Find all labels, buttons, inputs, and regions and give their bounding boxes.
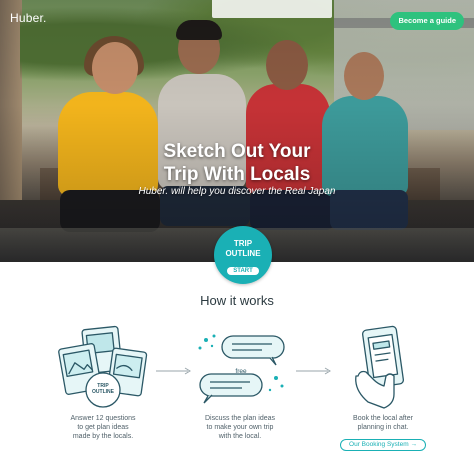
step-1-line-1: Answer 12 questions <box>70 415 136 422</box>
hero-subtitle: Huber. will help you discover the Real J… <box>138 186 336 197</box>
step-1-line-2: to get plan ideas <box>77 424 129 431</box>
hero-top-bar <box>212 0 332 18</box>
step-1-badge-line-2: OUTLINE <box>92 389 114 395</box>
cta-line-1: TRIP <box>233 239 253 248</box>
step-1-badge: TRIP OUTLINE <box>84 383 122 395</box>
cta-start-label: START <box>227 267 259 275</box>
step-arrow-1-icon <box>156 367 191 375</box>
step-1-description: Answer 12 questions to get plan ideas ma… <box>60 414 146 441</box>
hero-title: Sketch Out Your Trip With Locals <box>0 140 474 186</box>
step-2-line-2: to make your own trip <box>206 424 274 431</box>
site-logo[interactable]: Huber. <box>10 11 47 25</box>
trip-outline-start-button[interactable]: TRIP OUTLINE START <box>214 226 272 284</box>
step-1-line-3: made by the locals. <box>72 433 134 440</box>
step-2-description: Discuss the plan ideas to make your own … <box>194 414 286 441</box>
booking-system-link[interactable]: Our Booking System → <box>340 439 426 451</box>
step-2-line-3: with the local. <box>218 433 262 440</box>
hero-title-line-1: Sketch Out Your <box>163 141 311 162</box>
cta-line-2: OUTLINE <box>225 249 261 258</box>
step-3-line-2: planning in chat. <box>357 424 409 431</box>
step-2-free-badge: free <box>235 368 247 375</box>
step-2-line-1: Discuss the plan ideas <box>204 415 276 422</box>
plan-cards-icon <box>58 325 148 408</box>
hero-title-line-2: Trip With Locals <box>163 164 311 185</box>
hero-shade <box>0 0 474 262</box>
become-guide-button[interactable]: Become a guide <box>390 12 464 30</box>
step-3-line-1: Book the local after <box>353 415 413 422</box>
step-3-description: Book the local after planning in chat. <box>340 414 426 432</box>
step-arrow-2-icon <box>296 367 331 375</box>
section-title: How it works <box>200 293 274 308</box>
hero-banner: Huber. Become a guide Sketch Out Your Tr… <box>0 0 474 262</box>
phone-booking-icon <box>355 325 405 409</box>
